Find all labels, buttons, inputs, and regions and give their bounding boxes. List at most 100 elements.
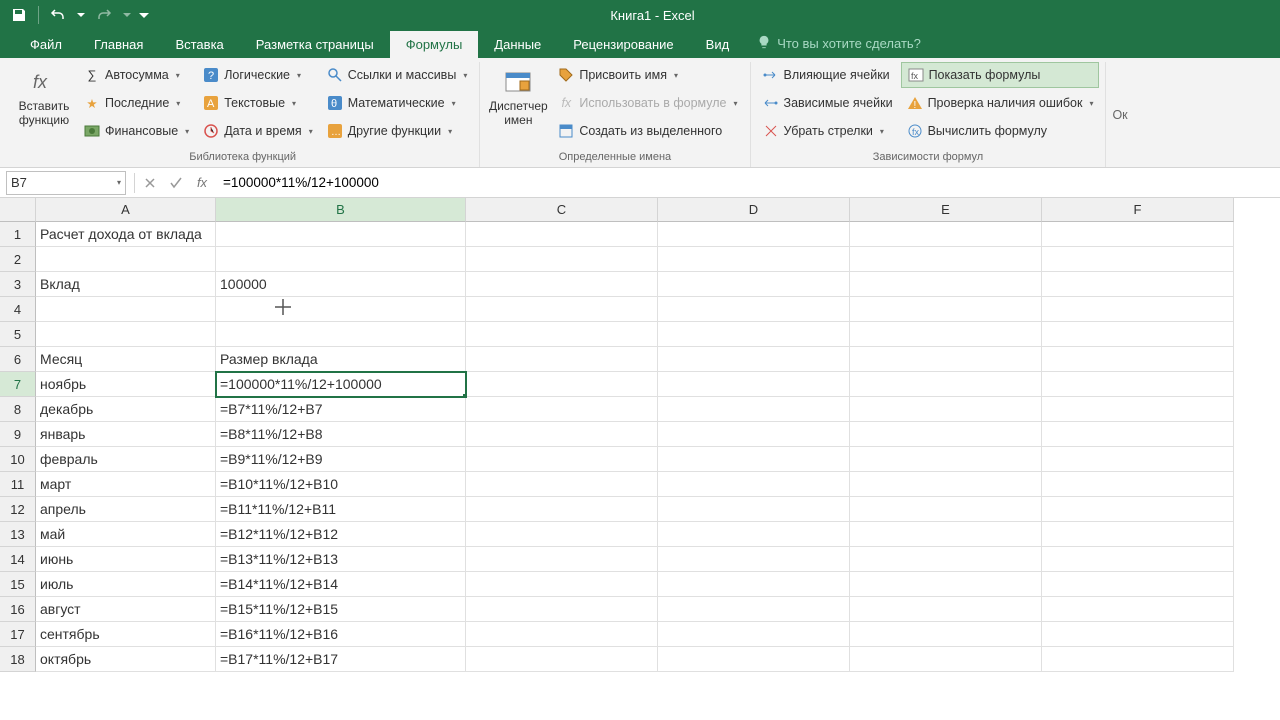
cell[interactable]	[658, 572, 850, 597]
tell-me[interactable]: Что вы хотите сделать?	[745, 29, 933, 58]
cell[interactable]	[850, 647, 1042, 672]
cell[interactable]: ноябрь	[36, 372, 216, 397]
text-button[interactable]: AТекстовые▾	[197, 90, 319, 116]
cell[interactable]	[850, 247, 1042, 272]
cell[interactable]: =B8*11%/12+B8	[216, 422, 466, 447]
cell[interactable]	[216, 322, 466, 347]
cell[interactable]	[850, 297, 1042, 322]
cell[interactable]	[1042, 447, 1234, 472]
select-all-corner[interactable]	[0, 198, 36, 222]
cell[interactable]	[1042, 522, 1234, 547]
cell[interactable]	[216, 222, 466, 247]
cell[interactable]: =B11*11%/12+B11	[216, 497, 466, 522]
cell[interactable]	[850, 447, 1042, 472]
row-header[interactable]: 4	[0, 297, 36, 322]
cell[interactable]	[850, 497, 1042, 522]
cell[interactable]	[466, 622, 658, 647]
cell[interactable]	[658, 497, 850, 522]
cell[interactable]	[466, 322, 658, 347]
cell[interactable]	[1042, 322, 1234, 347]
cell[interactable]: апрель	[36, 497, 216, 522]
insert-function-button[interactable]: fx Вставить функцию	[12, 62, 76, 132]
cell[interactable]	[850, 322, 1042, 347]
name-box[interactable]: B7 ▾	[6, 171, 126, 195]
cell[interactable]	[658, 297, 850, 322]
cell[interactable]: июнь	[36, 547, 216, 572]
cell[interactable]	[850, 422, 1042, 447]
undo-dropdown-icon[interactable]	[75, 3, 87, 27]
cell[interactable]	[658, 347, 850, 372]
cell[interactable]	[466, 397, 658, 422]
row-header[interactable]: 10	[0, 447, 36, 472]
cell[interactable]: сентябрь	[36, 622, 216, 647]
error-check-button[interactable]: !Проверка наличия ошибок▾	[901, 90, 1100, 116]
row-header[interactable]: 7	[0, 372, 36, 397]
cell[interactable]	[1042, 422, 1234, 447]
cell[interactable]	[466, 347, 658, 372]
remove-arrows-button[interactable]: Убрать стрелки▾	[757, 118, 899, 144]
cell[interactable]: =B10*11%/12+B10	[216, 472, 466, 497]
evaluate-formula-button[interactable]: fxВычислить формулу	[901, 118, 1100, 144]
cell[interactable]	[36, 322, 216, 347]
cell[interactable]: =B15*11%/12+B15	[216, 597, 466, 622]
define-name-button[interactable]: Присвоить имя▾	[552, 62, 743, 88]
column-header[interactable]: A	[36, 198, 216, 222]
show-formulas-button[interactable]: fxПоказать формулы	[901, 62, 1100, 88]
row-header[interactable]: 3	[0, 272, 36, 297]
cell[interactable]: июль	[36, 572, 216, 597]
cell[interactable]: май	[36, 522, 216, 547]
cell[interactable]	[1042, 347, 1234, 372]
cell[interactable]: =B9*11%/12+B9	[216, 447, 466, 472]
financial-button[interactable]: Финансовые▾	[78, 118, 195, 144]
datetime-button[interactable]: Дата и время▾	[197, 118, 319, 144]
cell[interactable]	[36, 247, 216, 272]
cell[interactable]	[658, 372, 850, 397]
row-header[interactable]: 8	[0, 397, 36, 422]
chevron-down-icon[interactable]: ▾	[117, 178, 121, 187]
column-header[interactable]: D	[658, 198, 850, 222]
cell[interactable]	[850, 547, 1042, 572]
cell[interactable]	[658, 322, 850, 347]
cell[interactable]	[658, 547, 850, 572]
lookup-button[interactable]: Ссылки и массивы▾	[321, 62, 474, 88]
cell[interactable]	[1042, 622, 1234, 647]
cell[interactable]	[216, 297, 466, 322]
cell[interactable]	[658, 272, 850, 297]
cell[interactable]	[850, 397, 1042, 422]
cell[interactable]	[466, 572, 658, 597]
cell[interactable]	[850, 372, 1042, 397]
cell[interactable]: =B17*11%/12+B17	[216, 647, 466, 672]
cell[interactable]	[1042, 397, 1234, 422]
cancel-formula-icon[interactable]	[137, 171, 163, 195]
cell[interactable]	[1042, 597, 1234, 622]
tab-view[interactable]: Вид	[690, 31, 746, 58]
cell[interactable]	[658, 447, 850, 472]
cell[interactable]	[658, 222, 850, 247]
tab-review[interactable]: Рецензирование	[557, 31, 689, 58]
cell[interactable]	[850, 272, 1042, 297]
cell[interactable]: =B7*11%/12+B7	[216, 397, 466, 422]
cell[interactable]	[466, 547, 658, 572]
cell[interactable]	[36, 297, 216, 322]
cell[interactable]	[850, 472, 1042, 497]
redo-dropdown-icon[interactable]	[121, 3, 133, 27]
row-header[interactable]: 11	[0, 472, 36, 497]
cell[interactable]	[658, 647, 850, 672]
column-header[interactable]: B	[216, 198, 466, 222]
tab-data[interactable]: Данные	[478, 31, 557, 58]
cell[interactable]	[1042, 272, 1234, 297]
cell[interactable]	[658, 522, 850, 547]
fill-handle[interactable]	[462, 393, 466, 397]
cell[interactable]	[466, 422, 658, 447]
cell[interactable]: декабрь	[36, 397, 216, 422]
cell[interactable]	[1042, 547, 1234, 572]
save-icon[interactable]	[6, 3, 32, 27]
cell[interactable]	[1042, 647, 1234, 672]
recent-button[interactable]: ★Последние▾	[78, 90, 195, 116]
cell[interactable]	[1042, 572, 1234, 597]
cell[interactable]: =100000*11%/12+100000	[216, 372, 466, 397]
cell[interactable]	[850, 222, 1042, 247]
cell[interactable]	[216, 247, 466, 272]
cell[interactable]: 100000	[216, 272, 466, 297]
cell[interactable]	[466, 497, 658, 522]
